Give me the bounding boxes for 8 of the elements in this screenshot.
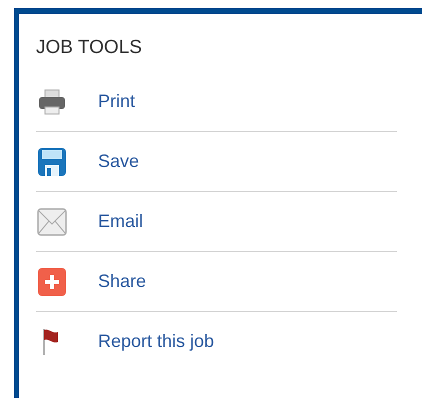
tool-link[interactable]: Share [98, 271, 146, 292]
tool-link[interactable]: Print [98, 91, 136, 112]
envelope-icon [36, 206, 68, 238]
tool-link[interactable]: Report this job [98, 331, 214, 352]
tool-link[interactable]: Email [98, 211, 144, 232]
tool-link[interactable]: Save [98, 151, 140, 172]
panel-title: JOB TOOLS [36, 36, 143, 60]
plus-icon [36, 266, 68, 298]
